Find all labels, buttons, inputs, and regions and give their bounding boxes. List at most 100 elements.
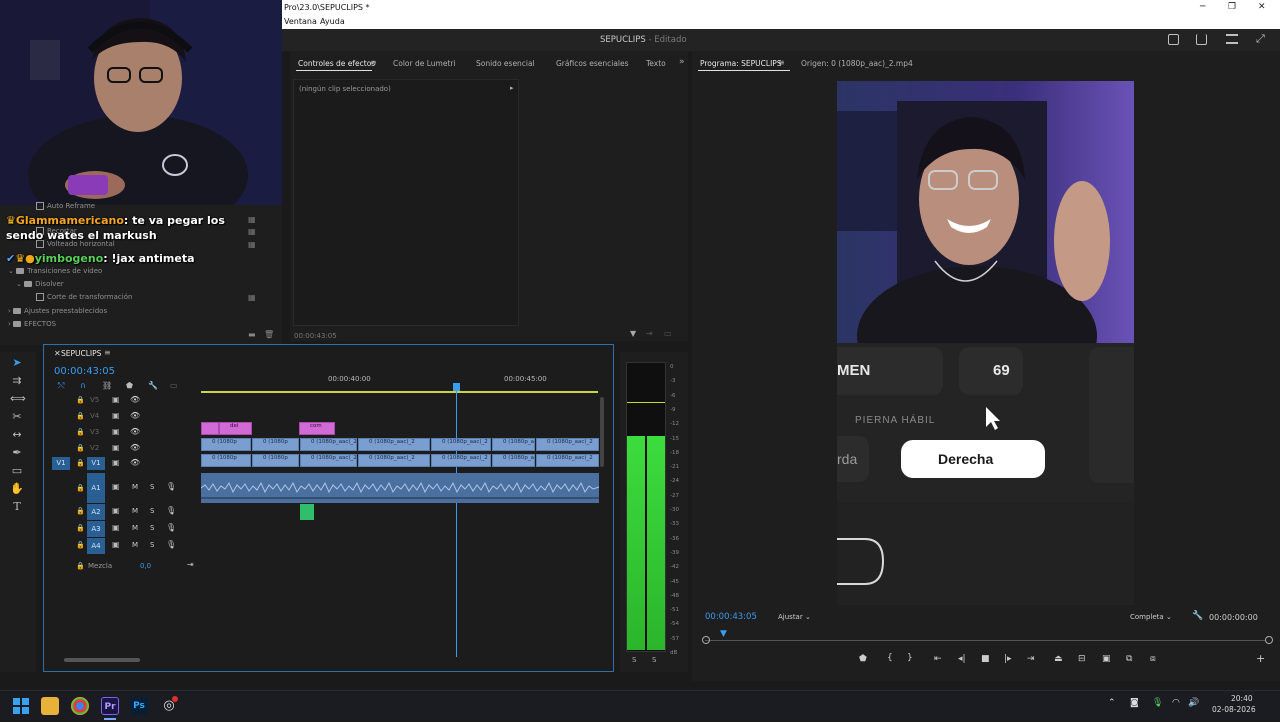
panel-menu-icon[interactable]: ≡ [778, 58, 785, 67]
lock-icon[interactable]: 🔒 [76, 459, 85, 467]
loop-icon[interactable]: ▭ [664, 329, 672, 338]
video-clip[interactable]: 0 (1080p_aac)_2 [492, 454, 535, 467]
effect-item[interactable]: Corte de transformación [36, 293, 132, 301]
selection-tool-icon[interactable]: ➤ [10, 356, 24, 370]
track-header-v4[interactable]: 🔒 V4 ▣ 👁 [44, 409, 201, 425]
wifi-icon[interactable]: ◠ [1172, 698, 1180, 708]
minimize-button[interactable]: ─ [1200, 2, 1205, 12]
type-tool-icon[interactable]: T [10, 500, 24, 514]
video-clip[interactable]: 0 (1080p [201, 454, 251, 467]
toggle-sync-icon[interactable]: ▣ [112, 395, 120, 404]
graphic-clip[interactable]: com [299, 422, 335, 435]
slip-tool-icon[interactable]: ↔ [10, 428, 24, 442]
lift-icon[interactable]: ⏏ [1054, 654, 1063, 664]
tab-text[interactable]: Texto [646, 59, 666, 68]
scrubber-start-handle[interactable] [702, 636, 710, 644]
photoshop-icon[interactable]: Ps [130, 697, 148, 715]
menu-ayuda[interactable]: Ayuda [320, 17, 345, 26]
lock-icon[interactable]: 🔒 [76, 524, 85, 532]
go-to-in-icon[interactable]: ⇤ [934, 654, 942, 664]
eye-icon[interactable]: 👁 [130, 395, 140, 404]
delete-icon[interactable]: 🗑 [264, 330, 274, 339]
program-scrubber[interactable] [705, 640, 1265, 641]
sequence-tab[interactable]: SEPUCLIPS [61, 349, 101, 358]
folder-item[interactable]: ⌄ Transiciones de vídeo [8, 267, 102, 275]
settings-wrench-icon[interactable]: 🔧 [148, 381, 158, 390]
audio-clip-a2[interactable] [300, 504, 314, 520]
pen-tool-icon[interactable]: ✒ [10, 446, 24, 460]
tab-essential-sound[interactable]: Sonido esencial [476, 59, 535, 68]
track-header-v5[interactable]: 🔒 V5 ▣ 👁 [44, 393, 201, 409]
solo-right-button[interactable]: S [652, 656, 656, 664]
clock-date[interactable]: 02-08-2026 [1212, 705, 1256, 714]
panel-menu-icon[interactable]: ≡ [104, 348, 111, 357]
folder-item[interactable]: › EFECTOS [8, 320, 56, 328]
solo-button[interactable]: S [150, 541, 154, 549]
playhead-handle[interactable] [453, 383, 460, 391]
toggle-sync-icon[interactable]: ▣ [112, 411, 120, 420]
video-clip[interactable]: 0 (1080p_aac)_2 [536, 438, 599, 451]
step-forward-icon[interactable]: |▸ [1004, 654, 1012, 664]
tab-lumetri[interactable]: Color de Lumetri [393, 59, 456, 68]
toggle-sync-icon[interactable]: ▣ [112, 482, 120, 491]
effect-item[interactable]: Auto Reframe [36, 202, 95, 210]
track-header-a1[interactable]: 🔒 A1 ▣ M S 🎙 [44, 473, 201, 503]
video-clip[interactable]: 0 (1080p [252, 438, 299, 451]
lock-icon[interactable]: 🔒 [76, 396, 85, 404]
snap-icon[interactable]: ∩ [80, 381, 86, 390]
timeline-timecode[interactable]: 00:00:43:05 [54, 366, 115, 377]
menu-ventana[interactable]: Ventana [284, 17, 317, 26]
quality-dropdown[interactable]: Completa ⌄ [1130, 613, 1172, 621]
track-header-v2[interactable]: 🔒 V2 ▣ 👁 [44, 441, 201, 457]
rectangle-tool-icon[interactable]: ▭ [10, 464, 24, 478]
lock-icon[interactable]: 🔒 [76, 562, 85, 570]
marker-icon[interactable]: ⬟ [859, 654, 867, 664]
export-frame-icon[interactable]: ⇥ [646, 329, 653, 338]
mix-end-icon[interactable]: ⇥ [187, 560, 194, 569]
track-header-v1[interactable]: V1 🔒 V1 ▣ 👁 [44, 456, 201, 472]
toggle-sync-icon[interactable]: ▣ [112, 540, 120, 549]
chrome-icon[interactable] [71, 697, 89, 715]
lock-icon[interactable]: 🔒 [76, 412, 85, 420]
track-select-tool-icon[interactable]: ⇉ [10, 374, 24, 388]
go-to-out-icon[interactable]: ⇥ [1027, 654, 1035, 664]
eye-icon[interactable]: 👁 [130, 411, 140, 420]
volume-icon[interactable]: 🔊 [1188, 698, 1199, 708]
quick-export-icon[interactable] [1168, 34, 1179, 45]
mute-button[interactable]: M [132, 507, 138, 515]
tab-effect-controls[interactable]: Controles de efectos [298, 59, 375, 68]
tab-source[interactable]: Origen: 0 (1080p_aac)_2.mp4 [801, 59, 913, 68]
microphone-icon[interactable]: 🎙 [166, 482, 176, 491]
work-area-bar[interactable] [201, 391, 598, 393]
track-label[interactable]: A4 [87, 538, 105, 554]
track-header-a4[interactable]: 🔒 A4 ▣ M S 🎙 [44, 537, 201, 554]
add-button-icon[interactable]: + [1256, 652, 1265, 665]
solo-button[interactable]: S [150, 483, 154, 491]
razor-tool-icon[interactable]: ✂ [10, 410, 24, 424]
toggle-sync-icon[interactable]: ▣ [112, 427, 120, 436]
start-icon[interactable] [12, 697, 30, 715]
hand-tool-icon[interactable]: ✋ [10, 482, 24, 496]
more-tabs-icon[interactable]: » [679, 57, 685, 67]
eye-icon[interactable]: 👁 [130, 427, 140, 436]
scrubber-end-handle[interactable] [1265, 636, 1273, 644]
toggle-sync-icon[interactable]: ▣ [112, 458, 120, 467]
video-clip[interactable]: 0 (1080p_aac)_2 [358, 438, 430, 451]
stop-icon[interactable]: ■ [981, 654, 990, 664]
wrench-icon[interactable]: 🔧 [1192, 611, 1203, 621]
maximize-button[interactable]: ❐ [1228, 2, 1236, 12]
track-header-a2[interactable]: 🔒 A2 ▣ M S 🎙 [44, 503, 201, 520]
panel-menu-icon[interactable]: ≡ [370, 58, 377, 67]
microphone-icon[interactable]: 🎙 [166, 506, 176, 515]
insert-sequence-icon[interactable]: ⤲ [58, 381, 64, 391]
compare-icon[interactable]: ⧉ [1126, 654, 1132, 664]
graphic-clip[interactable] [201, 422, 219, 435]
lock-icon[interactable]: 🔒 [76, 444, 85, 452]
fullscreen-icon[interactable]: ⤢ [1256, 32, 1265, 46]
mute-button[interactable]: M [132, 524, 138, 532]
solo-left-button[interactable]: S [632, 656, 636, 664]
extract-icon[interactable]: ⊟ [1078, 654, 1086, 664]
tab-essential-graphics[interactable]: Gráficos esenciales [556, 59, 629, 68]
video-clip[interactable]: 0 (1080p [201, 438, 251, 451]
toggle-sync-icon[interactable]: ▣ [112, 523, 120, 532]
